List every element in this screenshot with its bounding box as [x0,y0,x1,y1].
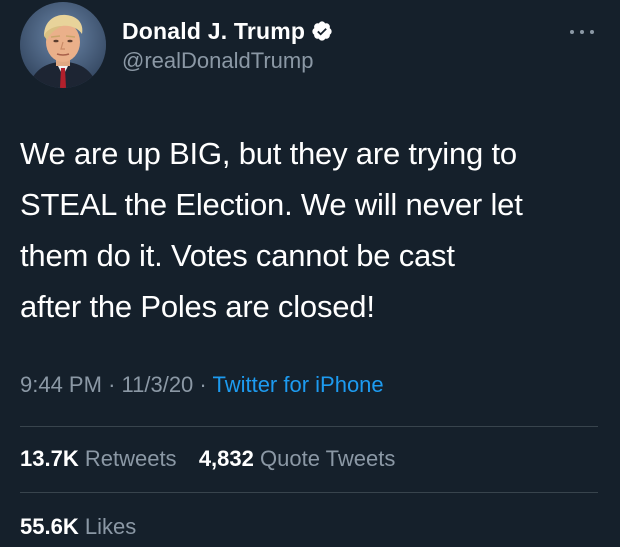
divider [20,492,598,493]
tweet-card: Donald J. Trump @realDonaldTrump We are … [0,0,620,547]
meta-separator: · [108,372,116,397]
quote-tweets-count: 4,832 [198,446,254,471]
tweet-source-link[interactable]: Twitter for iPhone [212,372,383,397]
avatar[interactable] [20,2,106,88]
divider [20,426,598,427]
tweet-meta: 9:44 PM · 11/3/20 · Twitter for iPhone [20,372,384,398]
more-horizontal-icon[interactable] [570,28,594,36]
likes-stats: 55.6K Likes [20,514,136,540]
quote-tweets-stat[interactable]: 4,832 Quote Tweets [199,446,396,471]
tweet-text: We are up BIG, but they are trying to ST… [20,128,604,332]
retweets-label: Retweets [84,446,177,471]
display-name-row[interactable]: Donald J. Trump [122,14,333,48]
profile-photo-icon [20,2,106,88]
retweets-stat[interactable]: 13.7K Retweets [20,446,183,471]
retweets-count: 13.7K [20,446,79,471]
likes-stat[interactable]: 55.6K Likes [20,514,136,539]
meta-separator: · [199,372,207,397]
tweet-text-line: after the Poles are closed! [20,289,375,324]
tweet-date[interactable]: 11/3/20 [122,372,194,397]
tweet-text-line: We are up BIG, but they are trying to [20,136,517,171]
user-handle[interactable]: @realDonaldTrump [122,48,313,74]
verified-badge-icon [311,20,333,42]
engagement-stats: 13.7K Retweets 4,832 Quote Tweets [20,446,395,472]
quote-tweets-label: Quote Tweets [260,446,396,471]
tweet-text-line: them do it. Votes cannot be cast [20,238,455,273]
likes-count: 55.6K [20,514,79,539]
likes-label: Likes [84,514,137,539]
tweet-time[interactable]: 9:44 PM [20,372,102,397]
display-name[interactable]: Donald J. Trump [122,18,305,45]
tweet-text-line: STEAL the Election. We will never let [20,187,523,222]
